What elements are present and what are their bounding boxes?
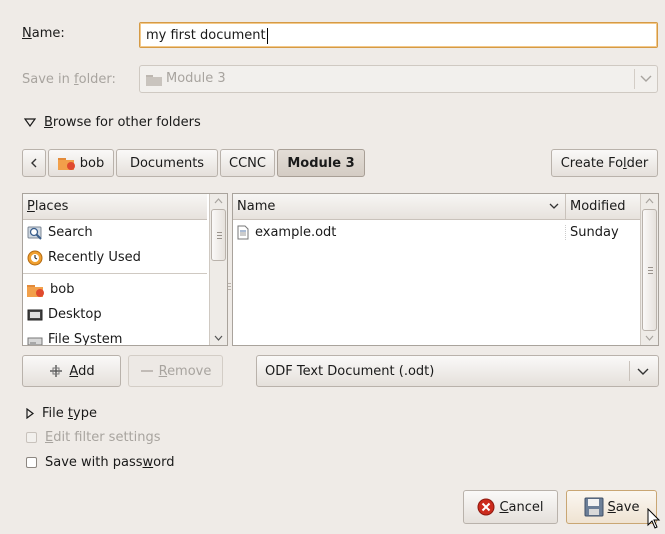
- chevron-down-icon[interactable]: [645, 335, 654, 341]
- chevron-down-icon: [637, 368, 649, 376]
- places-item-bob[interactable]: bob: [23, 277, 207, 302]
- save-in-folder-label: Save in folder:: [22, 72, 116, 87]
- browse-folders-expander[interactable]: Browse for other folders: [24, 115, 201, 130]
- save-button[interactable]: Save: [566, 490, 657, 524]
- column-header-modified[interactable]: Modified: [566, 199, 640, 214]
- file-filter-combo[interactable]: ODF Text Document (.odt): [256, 355, 659, 387]
- places-item-file-system[interactable]: File System: [23, 327, 207, 345]
- file-name: example.odt: [255, 225, 337, 240]
- pane-splitter[interactable]: [228, 283, 231, 290]
- files-scrollbar[interactable]: [640, 194, 658, 345]
- name-input[interactable]: my first document: [139, 22, 658, 48]
- file-row[interactable]: example.odt Sunday: [233, 220, 640, 245]
- file-modified: Sunday: [565, 225, 640, 240]
- mouse-pointer-icon: [647, 508, 661, 530]
- search-icon: [27, 225, 43, 241]
- create-folder-button[interactable]: Create Folder: [551, 149, 658, 177]
- chevron-down-icon: [640, 75, 652, 83]
- file-type-expander[interactable]: File type: [26, 406, 97, 421]
- places-panel: Places Search Recently Used bob Desktop …: [22, 193, 228, 346]
- triangle-down-icon: [24, 118, 36, 127]
- minus-icon: [140, 368, 154, 374]
- checkbox-box: [26, 432, 37, 443]
- plus-icon: [48, 363, 64, 379]
- home-folder-icon: [27, 283, 45, 297]
- files-panel: Name Modified example.odt Sunday: [232, 193, 659, 346]
- chevron-up-icon[interactable]: [645, 198, 654, 204]
- chevron-left-icon: [30, 158, 38, 168]
- floppy-disk-icon: [584, 497, 604, 517]
- places-item-search[interactable]: Search: [23, 220, 207, 245]
- name-label: Name:: [22, 26, 65, 41]
- cancel-button[interactable]: Cancel: [463, 490, 558, 524]
- folder-icon: [146, 74, 162, 86]
- places-scroll-thumb[interactable]: [211, 209, 226, 261]
- cancel-icon: [477, 498, 495, 516]
- places-header[interactable]: Places: [23, 194, 207, 220]
- drive-icon: [27, 333, 43, 345]
- files-scroll-thumb[interactable]: [642, 209, 657, 331]
- edit-filter-settings-checkbox[interactable]: Edit filter settings: [26, 430, 161, 445]
- save-with-password-checkbox[interactable]: Save with password: [26, 455, 175, 470]
- places-item-desktop[interactable]: Desktop: [23, 302, 207, 327]
- triangle-right-icon: [26, 408, 34, 419]
- path-segment-documents[interactable]: Documents: [116, 149, 218, 177]
- places-scrollbar[interactable]: [209, 194, 227, 345]
- name-input-value: my first document: [146, 28, 266, 43]
- path-segment-bob[interactable]: bob: [48, 149, 114, 177]
- column-header-name[interactable]: Name: [233, 194, 566, 219]
- places-item-recently-used[interactable]: Recently Used: [23, 245, 207, 270]
- document-icon: [237, 225, 249, 240]
- remove-bookmark-button[interactable]: Remove: [128, 355, 223, 387]
- home-folder-icon: [57, 156, 76, 170]
- save-in-folder-combo[interactable]: Module 3: [139, 65, 658, 93]
- add-bookmark-button[interactable]: Add: [22, 355, 121, 387]
- browse-folders-label: Browse for other folders: [44, 115, 201, 130]
- text-cursor: [266, 27, 268, 44]
- checkbox-box: [26, 457, 37, 468]
- path-segment-ccnc[interactable]: CCNC: [220, 149, 275, 177]
- desktop-icon: [27, 308, 43, 322]
- path-back-button[interactable]: [22, 149, 46, 177]
- path-segment-module-3[interactable]: Module 3: [277, 149, 365, 177]
- chevron-down-icon[interactable]: [214, 335, 223, 341]
- save-in-folder-value: Module 3: [166, 71, 226, 86]
- sort-chevron-down-icon: [549, 203, 559, 210]
- recent-icon: [27, 250, 43, 266]
- chevron-up-icon[interactable]: [214, 198, 223, 204]
